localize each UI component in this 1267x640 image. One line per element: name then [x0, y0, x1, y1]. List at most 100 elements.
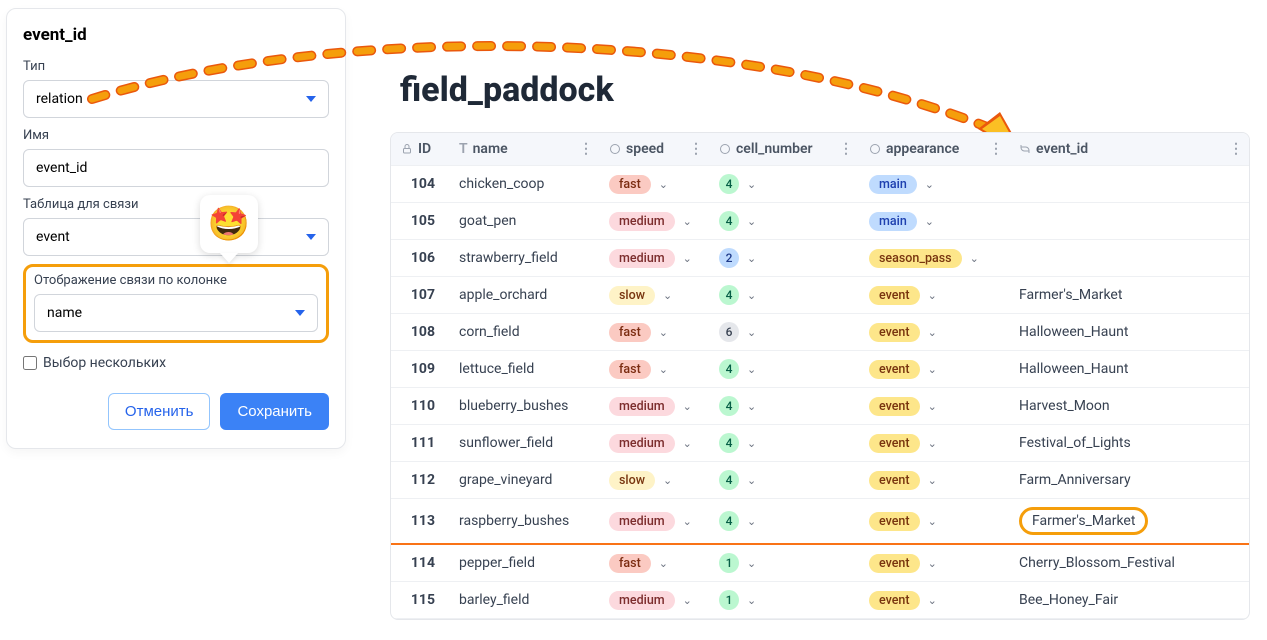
chevron-down-icon[interactable]: ⌄: [747, 326, 756, 339]
multi-select-checkbox[interactable]: [23, 356, 37, 370]
chevron-down-icon[interactable]: ⌄: [747, 474, 756, 487]
speed-cell[interactable]: medium⌄: [599, 582, 709, 619]
event-id-cell[interactable]: Halloween_Haunt: [1009, 351, 1249, 388]
name-cell[interactable]: sunflower_field: [449, 425, 599, 462]
chevron-down-icon[interactable]: ⌄: [928, 557, 937, 570]
speed-cell[interactable]: medium⌄: [599, 240, 709, 277]
chevron-down-icon[interactable]: ⌄: [659, 178, 668, 191]
cell-number-cell[interactable]: 4⌄: [709, 203, 859, 240]
table-row[interactable]: 115barley_fieldmedium⌄1⌄event⌄Bee_Honey_…: [391, 582, 1249, 619]
name-cell[interactable]: apple_orchard: [449, 277, 599, 314]
table-row[interactable]: 113raspberry_bushesmedium⌄4⌄event⌄Farmer…: [391, 499, 1249, 545]
chevron-down-icon[interactable]: ⌄: [747, 515, 756, 528]
chevron-down-icon[interactable]: ⌄: [747, 400, 756, 413]
display-column-select[interactable]: name: [34, 294, 318, 332]
table-row[interactable]: 112grape_vineyardslow⌄4⌄event⌄Farm_Anniv…: [391, 462, 1249, 499]
event-id-cell[interactable]: Farmer's_Market: [1009, 499, 1249, 545]
cancel-button[interactable]: Отменить: [108, 393, 211, 430]
name-cell[interactable]: blueberry_bushes: [449, 388, 599, 425]
col-menu-icon[interactable]: ⋮: [689, 141, 703, 157]
chevron-down-icon[interactable]: ⌄: [747, 594, 756, 607]
table-row[interactable]: 110blueberry_bushesmedium⌄4⌄event⌄Harves…: [391, 388, 1249, 425]
cell-number-cell[interactable]: 4⌄: [709, 277, 859, 314]
appearance-cell[interactable]: event⌄: [859, 499, 1009, 545]
name-cell[interactable]: lettuce_field: [449, 351, 599, 388]
chevron-down-icon[interactable]: ⌄: [925, 215, 934, 228]
name-cell[interactable]: pepper_field: [449, 544, 599, 582]
table-row[interactable]: 105goat_penmedium⌄4⌄main⌄: [391, 203, 1249, 240]
appearance-cell[interactable]: event⌄: [859, 582, 1009, 619]
chevron-down-icon[interactable]: ⌄: [747, 178, 756, 191]
cell-number-cell[interactable]: 4⌄: [709, 166, 859, 203]
chevron-down-icon[interactable]: ⌄: [970, 252, 979, 265]
name-cell[interactable]: grape_vineyard: [449, 462, 599, 499]
chevron-down-icon[interactable]: ⌄: [747, 363, 756, 376]
chevron-down-icon[interactable]: ⌄: [747, 289, 756, 302]
name-cell[interactable]: chicken_coop: [449, 166, 599, 203]
appearance-cell[interactable]: season_pass⌄: [859, 240, 1009, 277]
col-header-cell-number[interactable]: cell_number ⋮: [709, 133, 859, 166]
event-id-cell[interactable]: Festival_of_Lights: [1009, 425, 1249, 462]
chevron-down-icon[interactable]: ⌄: [683, 400, 692, 413]
chevron-down-icon[interactable]: ⌄: [928, 400, 937, 413]
chevron-down-icon[interactable]: ⌄: [683, 215, 692, 228]
event-id-cell[interactable]: [1009, 240, 1249, 277]
name-input[interactable]: event_id: [23, 149, 329, 187]
type-select[interactable]: relation: [23, 80, 329, 118]
chevron-down-icon[interactable]: ⌄: [928, 289, 937, 302]
chevron-down-icon[interactable]: ⌄: [925, 178, 934, 191]
chevron-down-icon[interactable]: ⌄: [659, 363, 668, 376]
chevron-down-icon[interactable]: ⌄: [683, 515, 692, 528]
col-menu-icon[interactable]: ⋮: [579, 141, 593, 157]
speed-cell[interactable]: fast⌄: [599, 166, 709, 203]
chevron-down-icon[interactable]: ⌄: [747, 215, 756, 228]
chevron-down-icon[interactable]: ⌄: [928, 594, 937, 607]
appearance-cell[interactable]: event⌄: [859, 388, 1009, 425]
table-row[interactable]: 111sunflower_fieldmedium⌄4⌄event⌄Festiva…: [391, 425, 1249, 462]
event-id-cell[interactable]: [1009, 203, 1249, 240]
save-button[interactable]: Сохранить: [220, 393, 329, 430]
multi-select-row[interactable]: Выбор нескольких: [23, 355, 329, 371]
speed-cell[interactable]: slow⌄: [599, 277, 709, 314]
cell-number-cell[interactable]: 2⌄: [709, 240, 859, 277]
chevron-down-icon[interactable]: ⌄: [747, 437, 756, 450]
table-row[interactable]: 107apple_orchardslow⌄4⌄event⌄Farmer's_Ma…: [391, 277, 1249, 314]
event-id-cell[interactable]: Harvest_Moon: [1009, 388, 1249, 425]
event-id-cell[interactable]: Cherry_Blossom_Festival: [1009, 544, 1249, 582]
speed-cell[interactable]: fast⌄: [599, 351, 709, 388]
table-row[interactable]: 114pepper_fieldfast⌄1⌄event⌄Cherry_Bloss…: [391, 544, 1249, 582]
appearance-cell[interactable]: event⌄: [859, 462, 1009, 499]
col-header-id[interactable]: ID: [391, 133, 449, 166]
table-row[interactable]: 104chicken_coopfast⌄4⌄main⌄: [391, 166, 1249, 203]
cell-number-cell[interactable]: 4⌄: [709, 499, 859, 545]
speed-cell[interactable]: fast⌄: [599, 544, 709, 582]
cell-number-cell[interactable]: 6⌄: [709, 314, 859, 351]
speed-cell[interactable]: medium⌄: [599, 425, 709, 462]
name-cell[interactable]: barley_field: [449, 582, 599, 619]
cell-number-cell[interactable]: 4⌄: [709, 388, 859, 425]
cell-number-cell[interactable]: 4⌄: [709, 351, 859, 388]
chevron-down-icon[interactable]: ⌄: [683, 594, 692, 607]
chevron-down-icon[interactable]: ⌄: [928, 515, 937, 528]
speed-cell[interactable]: slow⌄: [599, 462, 709, 499]
appearance-cell[interactable]: event⌄: [859, 425, 1009, 462]
cell-number-cell[interactable]: 1⌄: [709, 582, 859, 619]
appearance-cell[interactable]: event⌄: [859, 544, 1009, 582]
speed-cell[interactable]: medium⌄: [599, 203, 709, 240]
chevron-down-icon[interactable]: ⌄: [663, 289, 672, 302]
chevron-down-icon[interactable]: ⌄: [683, 252, 692, 265]
speed-cell[interactable]: medium⌄: [599, 388, 709, 425]
chevron-down-icon[interactable]: ⌄: [747, 252, 756, 265]
chevron-down-icon[interactable]: ⌄: [659, 326, 668, 339]
event-id-cell[interactable]: Farmer's_Market: [1009, 277, 1249, 314]
col-header-event-id[interactable]: event_id ⋮: [1009, 133, 1249, 166]
chevron-down-icon[interactable]: ⌄: [663, 474, 672, 487]
table-row[interactable]: 108corn_fieldfast⌄6⌄event⌄Halloween_Haun…: [391, 314, 1249, 351]
speed-cell[interactable]: fast⌄: [599, 314, 709, 351]
name-cell[interactable]: strawberry_field: [449, 240, 599, 277]
chevron-down-icon[interactable]: ⌄: [659, 557, 668, 570]
name-cell[interactable]: goat_pen: [449, 203, 599, 240]
name-cell[interactable]: raspberry_bushes: [449, 499, 599, 545]
chevron-down-icon[interactable]: ⌄: [683, 437, 692, 450]
cell-number-cell[interactable]: 4⌄: [709, 462, 859, 499]
